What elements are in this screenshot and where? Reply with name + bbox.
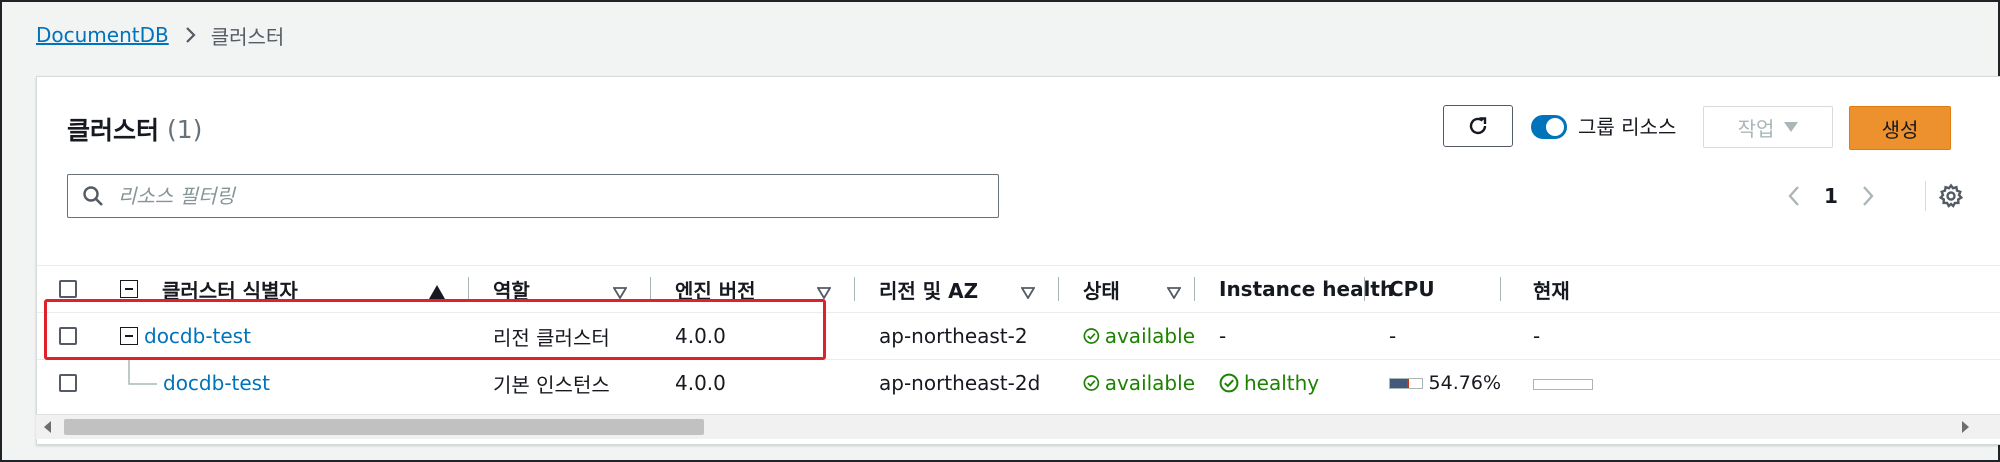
pagination: 1 <box>1777 179 1885 213</box>
chevron-right-icon <box>185 26 197 44</box>
row-checkbox[interactable] <box>59 374 77 392</box>
breadcrumb: DocumentDB 클러스터 <box>36 20 284 50</box>
status-cell: available <box>1059 359 1195 406</box>
column-header-current[interactable]: 현재 <box>1501 266 2000 313</box>
column-header-status[interactable]: 상태 <box>1059 266 1195 313</box>
clusters-table: 클러스터 식별자 역할 엔진 버전 리전 및 AZ 상태 Instance he… <box>37 266 2000 406</box>
tree-connector <box>128 360 157 385</box>
settings-gear-icon[interactable] <box>1937 182 1965 214</box>
column-label-engine-version: 엔진 버전 <box>675 278 756 303</box>
scroll-right-icon[interactable] <box>1962 421 1969 433</box>
panel-title: 클러스터 <box>67 116 160 145</box>
column-header-identifier[interactable]: 클러스터 식별자 <box>105 266 469 313</box>
search-input[interactable] <box>116 183 920 209</box>
column-label-current: 현재 <box>1533 278 1570 303</box>
status-text: available <box>1104 324 1195 348</box>
column-header-cpu[interactable]: CPU <box>1365 266 1501 313</box>
sort-icon[interactable] <box>1166 280 1182 304</box>
refresh-button[interactable] <box>1443 105 1513 147</box>
column-header-instance-health[interactable]: Instance health <box>1195 266 1394 313</box>
table-row-cluster[interactable]: docdb-test 리전 클러스터 4.0.0 ap-northeast-2 … <box>37 312 2000 360</box>
pager-divider <box>1925 181 1926 211</box>
row-select-cell <box>37 359 105 406</box>
group-resources-toggle[interactable] <box>1531 115 1567 139</box>
cpu-value: 54.76% <box>1428 372 1501 394</box>
create-button[interactable]: 생성 <box>1849 106 1951 150</box>
breadcrumb-documentdb-link[interactable]: DocumentDB <box>36 23 169 47</box>
cpu-bar <box>1389 377 1423 389</box>
search-icon <box>82 185 104 207</box>
engine-version-cell: 4.0.0 <box>651 359 855 406</box>
cpu-cell: - <box>1365 312 1501 360</box>
current-cell <box>1501 359 2000 406</box>
cluster-identifier-link[interactable]: docdb-test <box>144 324 251 348</box>
check-circle-icon <box>1083 375 1100 391</box>
current-page[interactable]: 1 <box>1811 184 1851 208</box>
horizontal-scrollbar[interactable] <box>36 414 2000 439</box>
refresh-icon <box>1469 117 1487 135</box>
status-badge: available <box>1083 324 1195 348</box>
collapse-all-icon[interactable] <box>120 280 138 298</box>
column-header-region[interactable]: 리전 및 AZ <box>855 266 1059 313</box>
check-circle-icon <box>1083 328 1100 344</box>
check-circle-icon <box>1219 373 1239 393</box>
row-checkbox[interactable] <box>59 327 77 345</box>
column-label-cpu: CPU <box>1389 277 1435 301</box>
collapse-group-icon[interactable] <box>120 327 138 345</box>
table-row-instance[interactable]: docdb-test 기본 인스턴스 4.0.0 ap-northeast-2d… <box>37 359 2000 406</box>
column-header-role[interactable]: 역할 <box>469 266 651 313</box>
table-header-row: 클러스터 식별자 역할 엔진 버전 리전 및 AZ 상태 Instance he… <box>37 266 2000 313</box>
sort-icon[interactable] <box>612 280 628 304</box>
role-cell: 기본 인스턴스 <box>469 359 651 406</box>
role-cell: 리전 클러스터 <box>469 312 651 360</box>
current-cell: - <box>1501 312 2000 360</box>
health-cell: - <box>1195 312 1365 360</box>
sort-ascending-icon[interactable] <box>429 280 445 304</box>
breadcrumb-current: 클러스터 <box>210 24 285 49</box>
actions-label: 작업 <box>1737 116 1775 141</box>
identifier-cell: docdb-test <box>105 312 469 360</box>
health-text: healthy <box>1244 371 1320 395</box>
status-cell: available <box>1059 312 1195 360</box>
column-label-identifier: 클러스터 식별자 <box>162 278 298 303</box>
select-all-cell <box>37 266 105 313</box>
scroll-left-icon[interactable] <box>44 421 51 433</box>
health-cell: healthy <box>1195 359 1365 406</box>
current-bar <box>1533 379 1593 390</box>
select-all-checkbox[interactable] <box>59 280 77 298</box>
cluster-count: (1) <box>167 114 203 144</box>
cpu-meter: 54.76% <box>1389 372 1501 394</box>
group-resources-label: 그룹 리소스 <box>1578 115 1677 139</box>
filter-search-field[interactable] <box>67 174 999 218</box>
actions-dropdown-button[interactable]: 작업 <box>1703 106 1833 148</box>
column-label-region: 리전 및 AZ <box>879 278 979 303</box>
sort-icon[interactable] <box>816 280 832 304</box>
scrollbar-thumb[interactable] <box>64 419 704 435</box>
cpu-bar-marker <box>1407 378 1409 388</box>
cpu-cell: 54.76% <box>1365 359 1501 406</box>
status-text: available <box>1104 371 1195 395</box>
row-select-cell <box>37 312 105 360</box>
column-label-role: 역할 <box>493 278 530 303</box>
region-cell: ap-northeast-2 <box>855 312 1059 360</box>
toggle-knob <box>1546 118 1564 136</box>
region-cell: ap-northeast-2d <box>855 359 1059 406</box>
page-title: 클러스터 (1) <box>67 111 202 147</box>
status-badge: available <box>1083 371 1195 395</box>
previous-page-icon[interactable] <box>1777 184 1811 208</box>
column-header-engine-version[interactable]: 엔진 버전 <box>651 266 855 313</box>
caret-down-icon <box>1784 122 1799 132</box>
health-badge: healthy <box>1219 371 1365 395</box>
column-label-status: 상태 <box>1083 278 1120 303</box>
engine-version-cell: 4.0.0 <box>651 312 855 360</box>
clusters-panel: 클러스터 (1) 그룹 리소스 작업 생성 1 <box>36 76 2000 445</box>
cpu-bar-fill <box>1390 378 1408 388</box>
sort-icon[interactable] <box>1020 280 1036 304</box>
instance-identifier-link[interactable]: docdb-test <box>163 371 270 395</box>
next-page-icon[interactable] <box>1851 184 1885 208</box>
identifier-cell: docdb-test <box>105 359 469 406</box>
